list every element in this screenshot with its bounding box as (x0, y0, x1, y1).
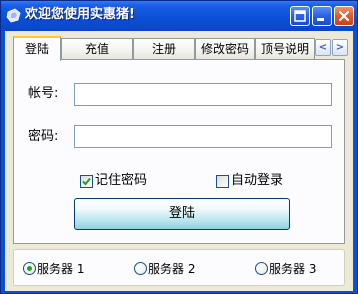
server-1-label[interactable]: 服务器 1 (37, 261, 84, 277)
server-2-radio[interactable] (134, 262, 147, 275)
auto-login-label[interactable]: 自动登录 (231, 173, 283, 189)
tab-scroll-right-button[interactable]: > (332, 39, 348, 56)
minimize-icon (317, 18, 324, 21)
tab-change-password[interactable]: 修改密码 (195, 38, 255, 59)
server-2-label[interactable]: 服务器 2 (148, 261, 195, 277)
title-bar[interactable]: 欢迎您使用实惠猪! (1, 1, 357, 31)
login-tab-panel: 帐号: 密码: 记住密码 自动登录 登陆 (13, 59, 345, 244)
minimize-button[interactable] (312, 6, 332, 26)
login-window: 欢迎您使用实惠猪! 登陆 充值 注册 修改密码 顶号说明 < > 帐号: 密码:… (0, 0, 358, 294)
remember-password-label[interactable]: 记住密码 (95, 173, 147, 189)
password-input[interactable] (74, 125, 332, 148)
remember-password-checkbox[interactable] (80, 175, 93, 188)
server-3-label[interactable]: 服务器 3 (269, 261, 316, 277)
account-input[interactable] (74, 83, 332, 106)
window-title: 欢迎您使用实惠猪! (25, 7, 135, 22)
tab-recharge[interactable]: 充值 (61, 38, 133, 59)
tab-account-conflict-help[interactable]: 顶号说明 (255, 38, 315, 59)
tab-login[interactable]: 登陆 (13, 36, 61, 61)
radio-selected-dot (27, 266, 32, 271)
restore-button[interactable] (290, 6, 310, 26)
checkmark-icon (82, 177, 91, 186)
window-client-area: 登陆 充值 注册 修改密码 顶号说明 < > 帐号: 密码: 记住密码 自动登录… (5, 31, 353, 291)
server-selection-group: 服务器 1 服务器 2 服务器 3 (13, 249, 345, 286)
tab-scroll-left-button[interactable]: < (315, 39, 331, 56)
server-1-radio[interactable] (23, 262, 36, 275)
account-label: 帐号: (28, 86, 59, 101)
close-icon (338, 10, 350, 22)
restore-icon (294, 10, 306, 22)
password-label: 密码: (28, 129, 59, 144)
login-button[interactable]: 登陆 (74, 198, 290, 230)
app-icon (6, 8, 21, 23)
auto-login-checkbox[interactable] (216, 175, 229, 188)
server-3-radio[interactable] (255, 262, 268, 275)
close-button[interactable] (334, 6, 354, 26)
tab-register[interactable]: 注册 (133, 38, 195, 59)
